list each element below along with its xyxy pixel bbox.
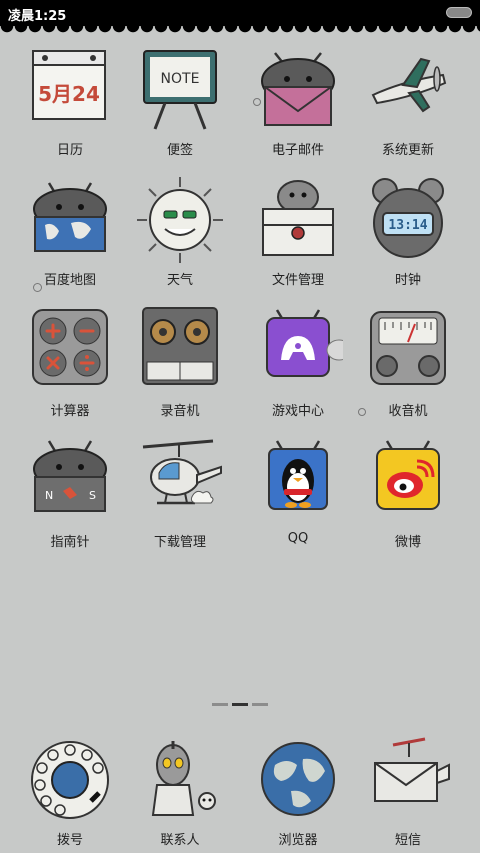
page-indicator-dot[interactable] bbox=[252, 703, 268, 706]
app-label: 录音机 bbox=[160, 404, 200, 419]
clock-icon: 13:14 bbox=[363, 175, 453, 265]
app-label: 浏览器 bbox=[278, 833, 318, 848]
app-notes[interactable]: NOTE 便签 bbox=[120, 45, 240, 158]
globe-browser-icon bbox=[253, 735, 343, 825]
battery-icon bbox=[446, 7, 472, 18]
app-radio[interactable]: 收音机 bbox=[348, 306, 468, 419]
qq-penguin-icon bbox=[253, 437, 343, 527]
status-time: 凌晨1:25 bbox=[8, 9, 67, 24]
app-label: 百度地图 bbox=[43, 273, 96, 288]
status-bar-scallop-edge bbox=[0, 26, 480, 34]
weibo-icon bbox=[363, 437, 453, 527]
app-download-manager[interactable]: 下载管理 bbox=[120, 437, 240, 550]
calendar-icon: 5月24 bbox=[25, 45, 115, 135]
app-label: 游戏中心 bbox=[271, 404, 324, 419]
app-baidu-map[interactable]: 百度地图 bbox=[10, 175, 130, 288]
sun-weather-icon bbox=[135, 175, 225, 265]
rotary-dial-icon bbox=[25, 735, 115, 825]
app-qq[interactable]: QQ bbox=[238, 437, 358, 546]
clock-display: 13:14 bbox=[388, 218, 427, 233]
app-game-center[interactable]: 游戏中心 bbox=[238, 306, 358, 419]
app-label: 微博 bbox=[394, 535, 421, 550]
app-compass[interactable]: N S 指南针 bbox=[10, 437, 130, 550]
calculator-icon bbox=[25, 306, 115, 396]
app-label: 短信 bbox=[394, 833, 421, 848]
app-email[interactable]: 电子邮件 bbox=[238, 45, 358, 158]
page-indicator[interactable] bbox=[210, 703, 270, 707]
app-label: 收音机 bbox=[388, 404, 428, 419]
app-label: 文件管理 bbox=[271, 273, 324, 288]
recorder-icon bbox=[135, 306, 225, 396]
notes-icon: NOTE bbox=[135, 45, 225, 135]
calendar-date: 5月24 bbox=[38, 82, 100, 106]
page-indicator-dot-active[interactable] bbox=[232, 703, 248, 706]
app-label: 指南针 bbox=[50, 535, 90, 550]
status-bar: 凌晨1:25 bbox=[0, 0, 480, 26]
app-label: 天气 bbox=[166, 273, 193, 288]
app-system-update[interactable]: 系统更新 bbox=[348, 45, 468, 158]
game-center-icon bbox=[253, 306, 352, 396]
app-label: 联系人 bbox=[160, 833, 200, 848]
contacts-robot-icon bbox=[135, 735, 225, 825]
airplane-update-icon bbox=[363, 45, 453, 135]
app-calculator[interactable]: 计算器 bbox=[10, 306, 130, 419]
radio-icon bbox=[363, 306, 453, 396]
app-label: QQ bbox=[287, 531, 309, 546]
dock-dialer[interactable]: 拨号 bbox=[10, 735, 130, 848]
dock-messages[interactable]: 短信 bbox=[348, 735, 468, 848]
app-weibo[interactable]: 微博 bbox=[348, 437, 468, 550]
page-indicator-dot[interactable] bbox=[212, 703, 228, 706]
app-clock[interactable]: 13:14 时钟 bbox=[348, 175, 468, 288]
app-label: 时钟 bbox=[394, 273, 421, 288]
app-label: 电子邮件 bbox=[271, 143, 324, 158]
file-manager-icon bbox=[253, 175, 343, 265]
messages-plane-icon bbox=[363, 735, 453, 825]
app-file-manager[interactable]: 文件管理 bbox=[238, 175, 358, 288]
compass-icon: N S bbox=[25, 437, 115, 527]
email-icon bbox=[253, 45, 343, 135]
app-label: 日历 bbox=[56, 143, 83, 158]
app-weather[interactable]: 天气 bbox=[120, 175, 240, 288]
notes-board-text: NOTE bbox=[161, 71, 200, 87]
app-label: 下载管理 bbox=[153, 535, 206, 550]
app-calendar[interactable]: 5月24 日历 bbox=[10, 45, 130, 158]
dock-browser[interactable]: 浏览器 bbox=[238, 735, 358, 848]
app-label: 系统更新 bbox=[381, 143, 434, 158]
map-icon bbox=[25, 175, 115, 265]
app-label: 拨号 bbox=[56, 833, 83, 848]
helicopter-download-icon bbox=[135, 437, 225, 527]
compass-n: N bbox=[45, 489, 53, 502]
compass-s: S bbox=[89, 489, 96, 502]
app-recorder[interactable]: 录音机 bbox=[120, 306, 240, 419]
app-label: 便签 bbox=[166, 143, 193, 158]
app-label: 计算器 bbox=[50, 404, 90, 419]
dock-contacts[interactable]: 联系人 bbox=[120, 735, 240, 848]
